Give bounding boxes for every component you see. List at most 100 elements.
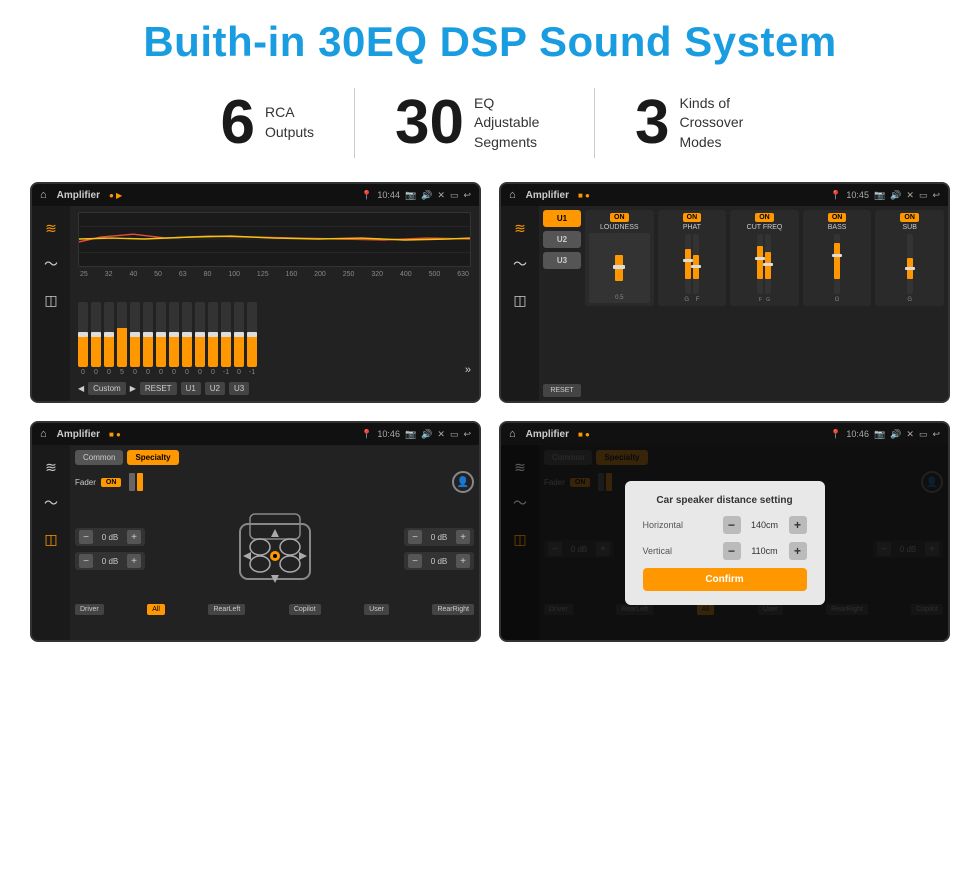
eq-u2-btn[interactable]: U2 xyxy=(205,382,225,395)
speaker-x-icon: ✕ xyxy=(437,429,445,440)
db-plus-tr[interactable]: + xyxy=(456,530,470,544)
cross-loudness: ON LOUDNESS 0.5 xyxy=(585,210,654,306)
db-minus-tl[interactable]: − xyxy=(79,530,93,544)
cross-battery-icon: ▭ xyxy=(919,190,928,201)
cross-bass: ON BASS G xyxy=(803,210,872,306)
btn-rearright[interactable]: RearRight xyxy=(432,604,474,615)
cross-loudness-slider[interactable]: 0.5 xyxy=(589,233,650,303)
db-minus-bl[interactable]: − xyxy=(79,554,93,568)
eq-main-area: 25 32 40 50 63 80 100 125 160 200 250 32… xyxy=(70,206,479,401)
speaker-status-dots: ■ ● xyxy=(109,430,121,439)
eq-u3-btn[interactable]: U3 xyxy=(229,382,249,395)
speaker-status-right: 📍 10:46 📷 🔊 ✕ ▭ ↩ xyxy=(361,429,471,440)
btn-rearleft[interactable]: RearLeft xyxy=(208,604,245,615)
freq-630: 630 xyxy=(457,271,469,278)
speaker-home-icon[interactable]: ⌂ xyxy=(40,428,47,440)
eq-slider-0: 0 xyxy=(78,302,88,376)
eq-home-icon[interactable]: ⌂ xyxy=(40,189,47,201)
confirm-button[interactable]: Confirm xyxy=(643,568,807,591)
eq-slider-13: -1 xyxy=(247,302,257,376)
freq-125: 125 xyxy=(257,271,269,278)
dialog-horizontal-plus[interactable]: + xyxy=(789,516,807,534)
eq-icon-wave[interactable]: 〜 xyxy=(39,254,63,274)
eq-slider-3: 5 xyxy=(117,302,127,376)
db-value-tr: 0 dB xyxy=(425,533,453,542)
spk-icon-eq[interactable]: ≋ xyxy=(39,457,63,477)
tab-common[interactable]: Common xyxy=(75,450,123,465)
speaker-screen-title: Amplifier xyxy=(57,429,100,440)
eq-prev-icon[interactable]: ◀ xyxy=(78,384,84,393)
cross-reset-btn[interactable]: RESET xyxy=(543,384,581,397)
dialog-horizontal-minus[interactable]: − xyxy=(723,516,741,534)
cross-icon-speaker[interactable]: ◫ xyxy=(508,290,532,310)
cross-u-buttons: U1 U2 U3 RESET xyxy=(543,210,581,397)
eq-slider-7: 0 xyxy=(169,302,179,376)
eq-volume-icon: 🔊 xyxy=(421,190,432,201)
dialog-x-icon: ✕ xyxy=(906,429,914,440)
dialog-horizontal-value: 140cm xyxy=(745,520,785,530)
spk-icon-speaker[interactable]: ◫ xyxy=(39,529,63,549)
db-value-bl: 0 dB xyxy=(96,557,124,566)
dialog-back-icon[interactable]: ↩ xyxy=(932,429,940,440)
cross-sub-on: ON xyxy=(900,213,919,222)
cross-back-icon[interactable]: ↩ xyxy=(932,190,940,201)
eq-back-icon[interactable]: ↩ xyxy=(463,190,471,201)
eq-custom-btn[interactable]: Custom xyxy=(88,382,126,395)
speaker-screen-content: ≋ 〜 ◫ Common Specialty Fader ON xyxy=(32,445,479,640)
cross-location-icon: 📍 xyxy=(830,190,841,201)
speaker-bottom-row: Driver All RearLeft Copilot User RearRig… xyxy=(75,604,474,615)
cross-u3-btn[interactable]: U3 xyxy=(543,252,581,269)
db-value-br: 0 dB xyxy=(425,557,453,566)
db-value-tl: 0 dB xyxy=(96,533,124,542)
fader-on-badge[interactable]: ON xyxy=(101,478,122,487)
btn-copilot[interactable]: Copilot xyxy=(289,604,321,615)
cross-u2-btn[interactable]: U2 xyxy=(543,231,581,248)
db-minus-br[interactable]: − xyxy=(408,554,422,568)
cross-icon-wave[interactable]: 〜 xyxy=(508,254,532,274)
dialog-volume-icon: 🔊 xyxy=(890,429,901,440)
freq-200: 200 xyxy=(314,271,326,278)
cross-bass-label: BASS xyxy=(828,224,847,231)
btn-all[interactable]: All xyxy=(147,604,165,615)
cross-home-icon[interactable]: ⌂ xyxy=(509,189,516,201)
btn-driver[interactable]: Driver xyxy=(75,604,104,615)
stat-cross-label: Kinds ofCrossover Modes xyxy=(679,94,759,153)
speaker-status-bar: ⌂ Amplifier ■ ● 📍 10:46 📷 🔊 ✕ ▭ ↩ xyxy=(32,423,479,445)
freq-32: 32 xyxy=(105,271,113,278)
eq-play-icon[interactable]: ▶ xyxy=(130,384,136,393)
freq-320: 320 xyxy=(371,271,383,278)
dialog-box: Car speaker distance setting Horizontal … xyxy=(625,481,825,605)
cross-status-right: 📍 10:45 📷 🔊 ✕ ▭ ↩ xyxy=(830,190,940,201)
btn-user[interactable]: User xyxy=(364,604,389,615)
dialog-vertical-minus[interactable]: − xyxy=(723,542,741,560)
fader-slider-1[interactable] xyxy=(129,473,135,491)
cross-icon-eq[interactable]: ≋ xyxy=(508,218,532,238)
eq-icon-speaker[interactable]: ◫ xyxy=(39,290,63,310)
spk-icon-wave[interactable]: 〜 xyxy=(39,493,63,513)
db-plus-bl[interactable]: + xyxy=(127,554,141,568)
freq-40: 40 xyxy=(129,271,137,278)
freq-80: 80 xyxy=(204,271,212,278)
cross-u1-btn[interactable]: U1 xyxy=(543,210,581,227)
tab-specialty[interactable]: Specialty xyxy=(127,450,178,465)
eq-battery-icon: ▭ xyxy=(450,190,459,201)
stats-row: 6 RCAOutputs 30 EQ AdjustableSegments 3 … xyxy=(30,88,950,158)
eq-u1-btn[interactable]: U1 xyxy=(181,382,201,395)
eq-slider-12: 0 xyxy=(234,302,244,376)
fader-slider-2[interactable] xyxy=(137,473,143,491)
eq-reset-btn[interactable]: RESET xyxy=(140,382,177,395)
stat-eq: 30 EQ AdjustableSegments xyxy=(355,92,594,154)
stat-cross-number: 3 xyxy=(635,92,669,154)
dialog-location-icon: 📍 xyxy=(830,429,841,440)
db-minus-tr[interactable]: − xyxy=(408,530,422,544)
speaker-back-icon[interactable]: ↩ xyxy=(463,429,471,440)
eq-more-icon[interactable]: » xyxy=(465,364,471,376)
eq-icon-eq[interactable]: ≋ xyxy=(39,218,63,238)
dialog-status-dots: ■ ● xyxy=(578,430,590,439)
dialog-home-icon[interactable]: ⌂ xyxy=(509,428,516,440)
db-plus-tl[interactable]: + xyxy=(127,530,141,544)
dialog-vertical-plus[interactable]: + xyxy=(789,542,807,560)
db-plus-br[interactable]: + xyxy=(456,554,470,568)
speaker-camera-icon: 📷 xyxy=(405,429,416,440)
cross-channels: ON LOUDNESS 0.5 xyxy=(585,210,944,397)
